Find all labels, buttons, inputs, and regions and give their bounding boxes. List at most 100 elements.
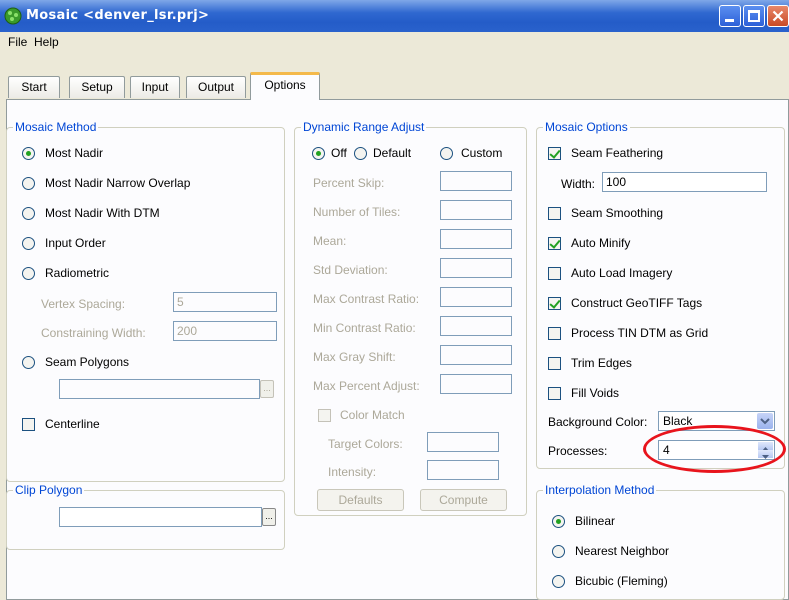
label-dra-default: Default [373,146,412,160]
min-contrast-ratio-field[interactable] [440,316,512,336]
label-bicubic-fleming: Bicubic (Fleming) [575,574,668,588]
defaults-button[interactable]: Defaults [317,489,404,511]
minimize-icon [725,19,734,22]
checkbox-seam-feathering[interactable] [548,147,561,160]
title-bar[interactable]: Mosaic <denver_lsr.prj> [0,0,789,32]
label-fill-voids: Fill Voids [571,386,620,400]
checkbox-process-tin-dtm-as-grid[interactable] [548,327,561,340]
label-seam-polygons: Seam Polygons [45,355,130,369]
label-construct-geotiff-tags: Construct GeoTIFF Tags [571,296,703,310]
radio-dra-off[interactable] [312,147,325,160]
constraining-width-field[interactable]: 200 [173,321,277,341]
checkbox-color-match[interactable] [318,409,331,422]
tab-setup[interactable]: Setup [69,76,125,98]
label-bilinear: Bilinear [575,514,616,528]
clip-polygon-legend: Clip Polygon [13,483,85,497]
label-auto-minify: Auto Minify [571,236,631,250]
label-color-match: Color Match [340,408,405,422]
tab-options[interactable]: Options [250,72,320,100]
max-gray-shift-field[interactable] [440,345,512,365]
label-process-tin-dtm-as-grid: Process TIN DTM as Grid [571,326,709,340]
annotation-highlight-circle [643,425,786,473]
clip-polygon-field[interactable] [59,507,262,527]
radio-dra-default[interactable] [354,147,367,160]
label-max-contrast-ratio: Max Contrast Ratio: [313,292,420,306]
tab-output[interactable]: Output [186,76,246,98]
label-vertex-spacing: Vertex Spacing: [41,297,126,311]
label-intensity: Intensity: [328,465,377,479]
label-percent-skip: Percent Skip: [313,176,385,190]
width-field[interactable]: 100 [602,172,767,192]
label-most-nadir-with-dtm: Most Nadir With DTM [45,206,160,220]
dynamic-range-group: Dynamic Range Adjust Off Default Custom … [294,120,527,516]
checkbox-centerline[interactable] [22,418,35,431]
label-constraining-width: Constraining Width: [41,326,146,340]
checkbox-fill-voids[interactable] [548,387,561,400]
label-auto-load-imagery: Auto Load Imagery [571,266,673,280]
radio-most-nadir[interactable] [22,147,35,160]
radio-most-nadir-narrow-overlap[interactable] [22,177,35,190]
label-background-color: Background Color: [548,415,648,429]
maximize-button[interactable] [743,5,765,27]
radio-radiometric[interactable] [22,267,35,280]
label-max-gray-shift: Max Gray Shift: [313,350,396,364]
seam-polygons-field[interactable] [59,379,260,399]
close-icon [772,10,784,22]
label-input-order: Input Order [45,236,106,250]
vertex-spacing-field[interactable]: 5 [173,292,277,312]
label-seam-feathering: Seam Feathering [571,146,664,160]
dropdown-arrow-button[interactable] [757,413,773,429]
options-panel: Mosaic Method Most Nadir Most Nadir Narr… [6,99,789,600]
percent-skip-field[interactable] [440,171,512,191]
seam-polygons-browse-button[interactable]: ... [260,380,274,398]
target-colors-field[interactable] [427,432,499,452]
label-trim-edges: Trim Edges [571,356,632,370]
label-radiometric: Radiometric [45,266,110,280]
label-most-nadir: Most Nadir [45,146,104,160]
max-contrast-ratio-field[interactable] [440,287,512,307]
mean-field[interactable] [440,229,512,249]
clip-polygon-browse-button[interactable]: ... [262,508,276,526]
dynamic-range-legend: Dynamic Range Adjust [301,120,427,134]
label-seam-smoothing: Seam Smoothing [571,206,664,220]
label-processes: Processes: [548,444,608,458]
mosaic-method-legend: Mosaic Method [13,120,99,134]
mosaic-options-group: Mosaic Options Seam Feathering Width: 10… [536,120,785,469]
radio-most-nadir-with-dtm[interactable] [22,207,35,220]
menu-bar: File Help [0,32,789,52]
number-of-tiles-field[interactable] [440,200,512,220]
label-max-percent-adjust: Max Percent Adjust: [313,379,420,393]
maximize-icon [748,10,760,22]
mosaic-options-legend: Mosaic Options [543,120,630,134]
radio-bilinear[interactable] [552,515,565,528]
radio-dra-custom[interactable] [440,147,453,160]
checkbox-construct-geotiff-tags[interactable] [548,297,561,310]
checkbox-auto-minify[interactable] [548,237,561,250]
max-percent-adjust-field[interactable] [440,374,512,394]
intensity-field[interactable] [427,460,499,480]
interpolation-group: Interpolation Method Bilinear Nearest Ne… [536,483,785,600]
checkbox-seam-smoothing[interactable] [548,207,561,220]
minimize-button[interactable] [719,5,741,27]
app-globe-icon [4,7,22,25]
label-dra-custom: Custom [461,146,503,160]
label-target-colors: Target Colors: [328,437,403,451]
tab-start[interactable]: Start [8,76,60,98]
menu-file[interactable]: File [8,35,27,49]
label-most-nadir-narrow-overlap: Most Nadir Narrow Overlap [45,176,191,190]
label-width: Width: [561,177,596,191]
std-deviation-field[interactable] [440,258,512,278]
label-min-contrast-ratio: Min Contrast Ratio: [313,321,416,335]
compute-button[interactable]: Compute [420,489,507,511]
radio-input-order[interactable] [22,237,35,250]
label-std-deviation: Std Deviation: [313,263,388,277]
radio-seam-polygons[interactable] [22,356,35,369]
window-title: Mosaic <denver_lsr.prj> [26,8,210,23]
checkbox-trim-edges[interactable] [548,357,561,370]
menu-help[interactable]: Help [34,35,59,49]
close-button[interactable] [767,5,789,27]
radio-nearest-neighbor[interactable] [552,545,565,558]
checkbox-auto-load-imagery[interactable] [548,267,561,280]
radio-bicubic-fleming[interactable] [552,575,565,588]
tab-input[interactable]: Input [130,76,180,98]
